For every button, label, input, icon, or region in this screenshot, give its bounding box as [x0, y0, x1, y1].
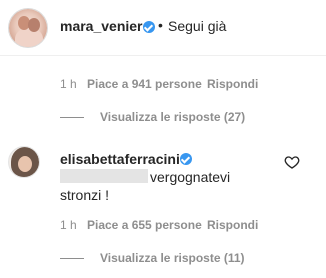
second-comment-reply-button[interactable]: Rispondi [207, 218, 258, 232]
comment-text-line2: stronzi ! [60, 187, 110, 203]
commenter-avatar-face [18, 156, 32, 172]
first-comment-view-replies-label: Visualizza le risposte (27) [100, 110, 246, 124]
author-avatar[interactable] [8, 8, 48, 48]
second-comment-view-replies[interactable]: Visualizza le risposte (11) [60, 251, 260, 265]
second-comment-likes[interactable]: Piace a 655 persone [87, 218, 202, 232]
commenter-username[interactable]: elisabettaferracini [60, 151, 180, 167]
replies-line [60, 258, 84, 259]
author-username[interactable]: mara_venier [60, 18, 143, 34]
verified-badge-icon [143, 21, 155, 33]
second-comment-time: 1 h [60, 218, 77, 232]
avatar-photo-figure [15, 29, 43, 47]
second-comment-meta: 1 h Piace a 655 persone Rispondi [60, 218, 300, 232]
follow-status-button[interactable]: Segui già [168, 18, 226, 34]
first-comment-meta: 1 h Piace a 941 persone Rispondi [60, 77, 300, 91]
first-comment-view-replies[interactable]: Visualizza le risposte (27) [60, 110, 260, 124]
heart-outline-icon[interactable] [284, 154, 300, 170]
second-comment-view-replies-label: Visualizza le risposte (11) [100, 251, 245, 265]
header-separator: • [158, 17, 163, 33]
redacted-mention [60, 169, 148, 183]
replies-line [60, 117, 84, 118]
first-comment-likes[interactable]: Piace a 941 persone [87, 77, 202, 91]
comment-text-line1: vergognatevi [150, 169, 231, 185]
post-header: mara_venier • Segui già [0, 0, 326, 56]
avatar-photo-head-right [28, 18, 40, 32]
first-comment-time: 1 h [60, 77, 77, 91]
commenter-avatar[interactable] [8, 146, 40, 178]
verified-badge-icon [180, 153, 192, 165]
first-comment-reply-button[interactable]: Rispondi [207, 77, 258, 91]
